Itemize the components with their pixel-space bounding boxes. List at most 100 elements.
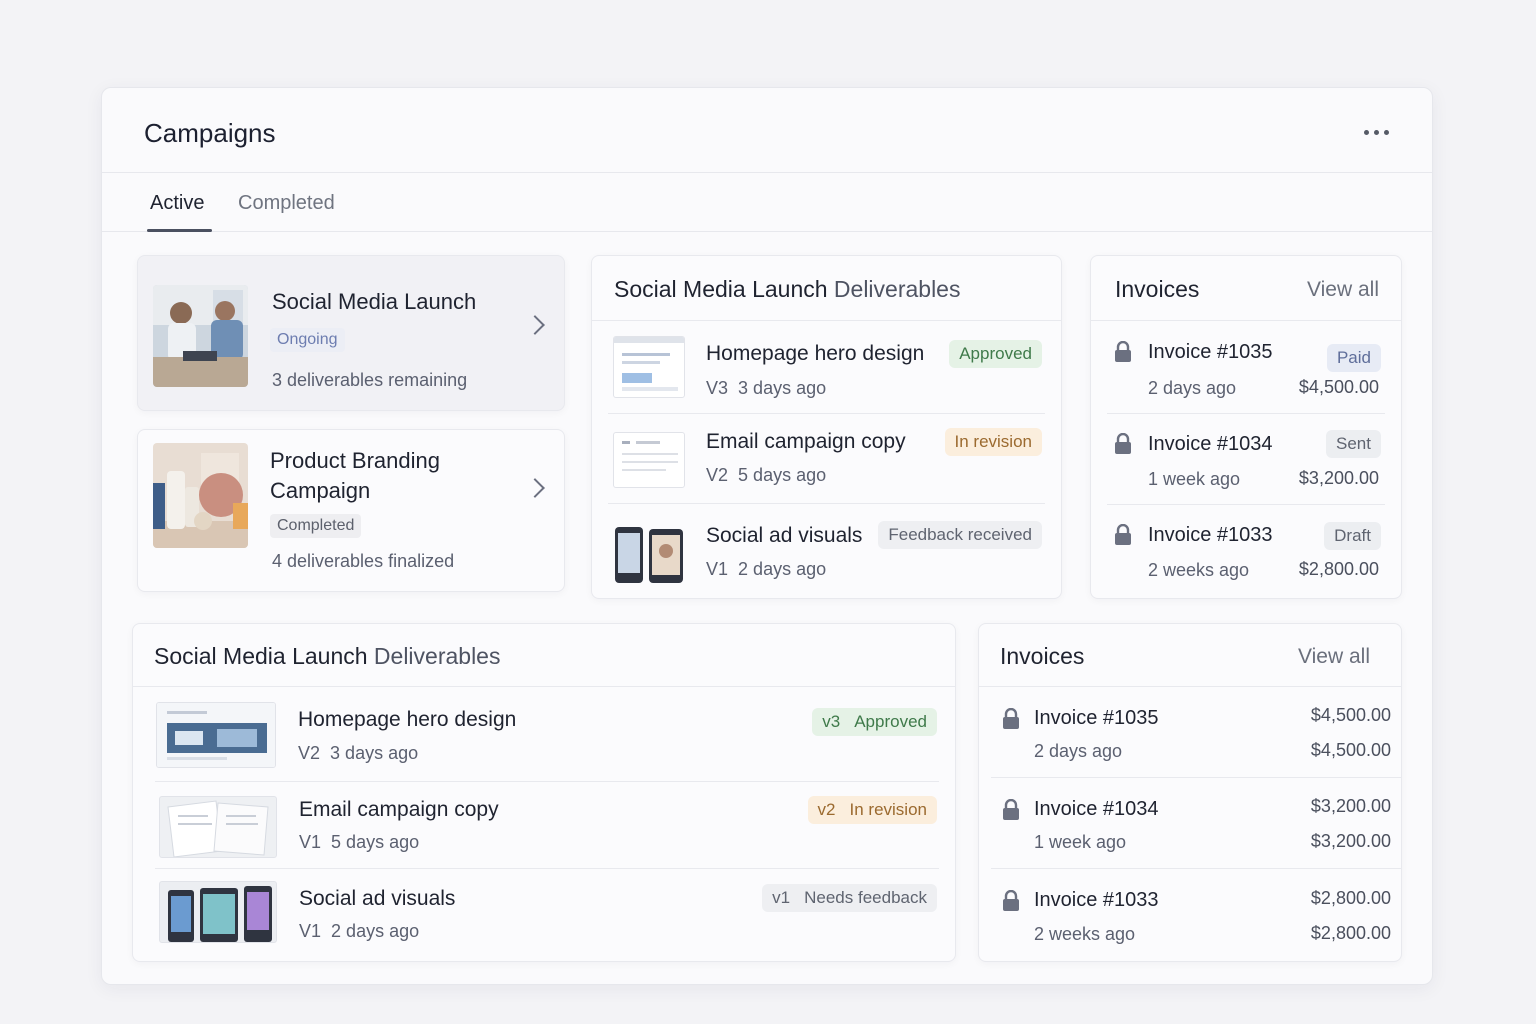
deliverable-name: Social ad visuals [706,524,863,547]
deliverable-version: V2 [298,743,321,763]
deliverable-time: 3 days ago [330,743,419,763]
tab-active[interactable]: Active [150,192,204,215]
invoice-time: 2 weeks ago [1034,924,1136,944]
deliverable-row[interactable]: Homepage hero design V2 3 days ago v3 App… [155,688,939,782]
deliverable-name: Homepage hero design [298,708,517,731]
deliverable-thumbnail [159,881,277,943]
invoice-time: 1 week ago [1148,469,1241,489]
deliverable-meta: V3 3 days ago [706,378,826,399]
campaign-thumbnail-people [153,285,248,387]
deliverable-row[interactable]: Social ad visuals V1 2 days ago Feedback… [608,504,1045,598]
campaign-card-product-branding[interactable]: Product Branding Campaign Completed 4 de… [137,429,565,592]
badge-status: In revision [849,800,927,819]
deliverable-row[interactable]: Email campaign copy V1 5 days ago v2 In r… [155,782,939,869]
invoice-amount-secondary: $3,200.00 [1310,831,1391,851]
invoice-row[interactable]: Invoice #1035 2 days ago Paid $4,500.00 [1107,322,1385,414]
invoice-number: Invoice #1035 [1148,341,1273,363]
deliverable-version: V3 [706,378,729,398]
campaign-card-social-media-launch[interactable]: Social Media Launch Ongoing 3 deliverabl… [137,255,565,411]
invoices-card-bottom: Invoices View all Invoice #1035 2 days a… [978,623,1402,962]
view-all-link[interactable]: View all [1307,278,1379,302]
invoice-amount: $3,200.00 [1310,796,1391,816]
deliverable-row[interactable]: Email campaign copy V2 5 days ago In rev… [608,414,1045,504]
invoice-row[interactable]: Invoice #1034 1 week ago Sent $3,200.00 [1107,414,1385,505]
campaign-thumbnail-products [153,443,248,548]
invoice-amount: $2,800.00 [1298,559,1379,579]
campaign-summary: 3 deliverables remaining [272,370,468,390]
invoice-number: Invoice #1033 [1148,524,1273,546]
badge-version: v1 [772,888,791,907]
section-title-bold: Social Media Launch [154,643,368,669]
deliverable-name: Email campaign copy [299,798,499,821]
deliverable-name: Homepage hero design [706,342,925,365]
deliverable-meta: V2 5 days ago [706,465,826,486]
invoice-number: Invoice #1034 [1148,433,1273,455]
invoice-number: Invoice #1033 [1034,889,1159,911]
active-tab-indicator [147,229,212,232]
more-options-icon[interactable] [1364,124,1396,140]
deliverable-thumbnail [159,796,277,858]
status-badge: v2 In revision [807,796,937,824]
campaign-title: Product Branding Campaign [270,446,490,506]
section-title-bold: Social Media Launch [614,276,828,302]
invoice-time: 1 week ago [1034,832,1127,852]
deliverable-version: V1 [299,921,322,941]
status-badge: Approved [949,340,1042,368]
section-header: Social Media Launch Deliverables [133,624,955,687]
deliverable-thumbnail [613,336,685,398]
invoice-row[interactable]: Invoice #1035 2 days ago $4,500.00 $4,50… [991,688,1401,778]
deliverable-time: 5 days ago [738,465,827,485]
deliverable-meta: V1 2 days ago [706,559,826,580]
invoice-row[interactable]: Invoice #1034 1 week ago $3,200.00 $3,20… [991,778,1401,869]
deliverable-thumbnail [613,525,685,585]
invoice-time: 2 weeks ago [1148,560,1250,580]
campaign-title: Social Media Launch [272,289,477,314]
lock-icon [1003,799,1019,820]
badge-status: Approved [854,712,927,731]
deliverable-thumbnail [156,702,276,768]
status-badge: Feedback received [878,521,1042,549]
status-badge: v3 Approved [812,708,937,736]
badge-status: Needs feedback [804,888,927,907]
deliverable-version: V1 [299,832,322,852]
deliverable-thumbnail [613,432,685,488]
deliverables-card-bottom: Social Media Launch Deliverables Homepag… [132,623,956,962]
status-badge: v1 Needs feedback [762,884,937,912]
lock-icon [1115,433,1131,454]
deliverable-row[interactable]: Social ad visuals V1 2 days ago v1 Needs … [155,869,939,959]
invoice-amount: $4,500.00 [1310,705,1391,725]
deliverable-row[interactable]: Homepage hero design V3 3 days ago Appro… [608,322,1045,414]
invoice-number: Invoice #1034 [1034,798,1159,820]
chevron-right-icon [525,478,545,498]
status-badge: Ongoing [270,328,345,352]
tab-completed[interactable]: Completed [238,192,335,215]
deliverable-time: 3 days ago [738,378,827,398]
invoice-number: Invoice #1035 [1034,707,1159,729]
section-title: Social Media Launch Deliverables [614,276,960,303]
invoice-amount-secondary: $2,800.00 [1310,923,1391,943]
invoice-amount-secondary: $4,500.00 [1310,740,1391,760]
status-badge: Sent [1326,430,1381,458]
view-all-link[interactable]: View all [1298,645,1370,669]
deliverable-time: 2 days ago [738,559,827,579]
deliverable-meta: V1 5 days ago [299,832,419,853]
deliverable-version: V1 [706,559,729,579]
section-header: Invoices View all [979,624,1401,687]
deliverable-name: Social ad visuals [299,887,456,910]
invoice-amount: $3,200.00 [1298,468,1379,488]
campaign-summary: 4 deliverables finalized [272,551,455,571]
invoice-row[interactable]: Invoice #1033 2 weeks ago Draft $2,800.0… [1107,505,1385,597]
chevron-right-icon [525,315,545,335]
section-title: Invoices [1115,276,1200,302]
section-header: Social Media Launch Deliverables [592,256,1061,321]
deliverable-version: V2 [706,465,729,485]
panel-header: Campaigns [102,88,1432,173]
invoice-row[interactable]: Invoice #1033 2 weeks ago $2,800.00 $2,8… [991,869,1401,961]
section-title: Invoices [1000,643,1085,669]
deliverables-card-top: Social Media Launch Deliverables Homepag… [591,255,1062,599]
deliverable-time: 2 days ago [331,921,420,941]
invoice-amount: $2,800.00 [1310,888,1391,908]
deliverable-meta: V1 2 days ago [299,921,419,942]
badge-version: v3 [822,712,841,731]
lock-icon [1115,524,1131,545]
